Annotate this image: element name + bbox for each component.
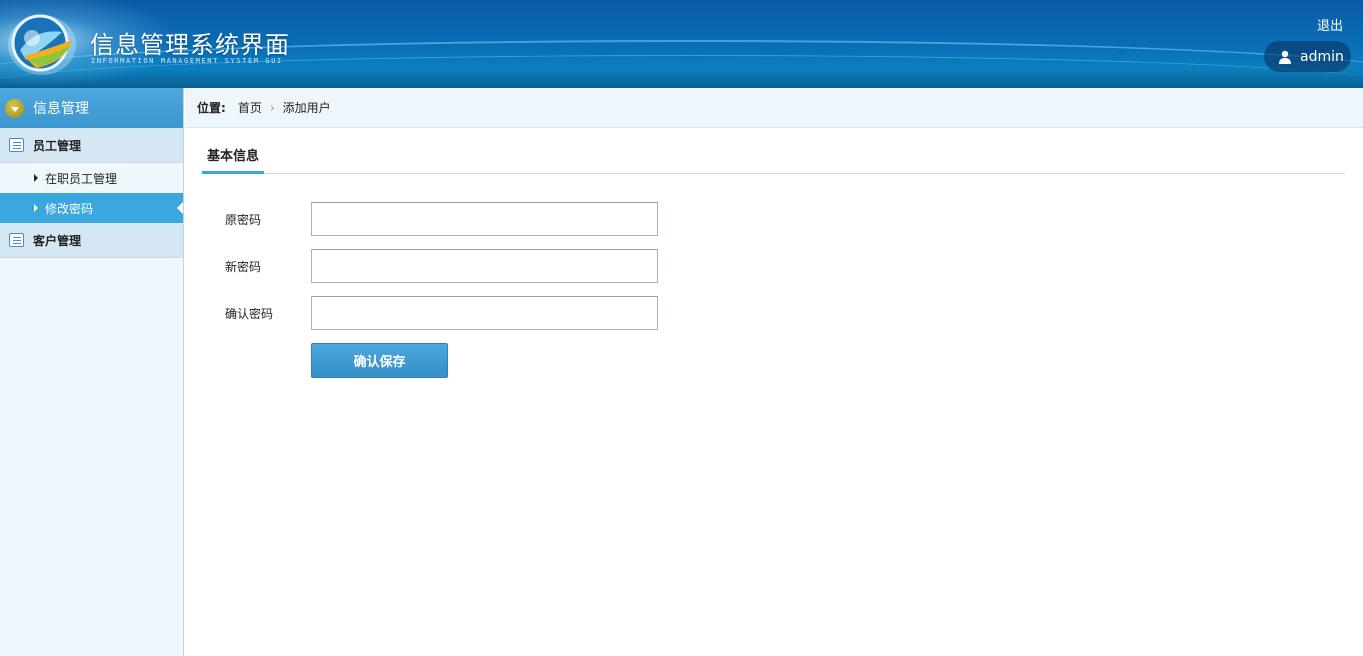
old-password-input[interactable] xyxy=(311,202,658,236)
sidebar-item-label: 修改密码 xyxy=(45,201,94,216)
sidebar-group-label: 员工管理 xyxy=(33,138,82,153)
new-password-input[interactable] xyxy=(311,249,658,283)
form-row-new-password: 新密码 xyxy=(225,249,658,283)
tab-basic-info[interactable]: 基本信息 xyxy=(202,140,264,174)
app-logo-icon xyxy=(8,14,76,75)
breadcrumb-current[interactable]: 添加用户 xyxy=(283,99,331,116)
header-banner: 信息管理系统界面 INFORMATION MANAGEMENT SYSTEM G… xyxy=(0,0,1363,88)
breadcrumb-label: 位置: xyxy=(197,101,226,115)
logout-link[interactable]: 退出 xyxy=(1317,15,1343,34)
old-password-label: 原密码 xyxy=(225,212,262,227)
sidebar-group-label: 客户管理 xyxy=(33,233,82,248)
form-row-confirm-password: 确认密码 xyxy=(225,296,658,330)
caret-right-icon xyxy=(34,174,38,182)
breadcrumb: 位置: 首页 › 添加用户 xyxy=(185,88,1363,128)
caret-right-icon xyxy=(34,204,38,212)
app-title: 信息管理系统界面 xyxy=(90,31,290,59)
sidebar-item-active-employees[interactable]: 在职员工管理 xyxy=(0,163,183,193)
list-icon xyxy=(9,138,24,152)
sidebar: 信息管理 员工管理 在职员工管理 修改密码 客户管理 xyxy=(0,88,184,656)
sidebar-group-employee[interactable]: 员工管理 xyxy=(0,128,183,163)
confirm-password-label: 确认密码 xyxy=(225,306,274,321)
tab-bar: 基本信息 xyxy=(202,140,1345,174)
sidebar-group-customer[interactable]: 客户管理 xyxy=(0,223,183,258)
confirm-password-input[interactable] xyxy=(311,296,658,330)
collapse-toggle-icon[interactable] xyxy=(5,98,24,118)
sidebar-item-label: 在职员工管理 xyxy=(45,171,118,186)
username-label: admin xyxy=(1300,48,1344,65)
sidebar-header[interactable]: 信息管理 xyxy=(0,88,183,128)
form-row-old-password: 原密码 xyxy=(225,202,658,236)
list-icon xyxy=(9,233,24,247)
new-password-label: 新密码 xyxy=(225,259,262,274)
user-menu-button[interactable]: admin xyxy=(1264,41,1351,72)
sidebar-title: 信息管理 xyxy=(33,101,89,117)
save-button[interactable]: 确认保存 xyxy=(311,343,448,378)
app-subtitle: INFORMATION MANAGEMENT SYSTEM GUI xyxy=(91,57,283,65)
user-icon xyxy=(1279,50,1291,64)
breadcrumb-separator-icon: › xyxy=(269,100,275,115)
breadcrumb-home-link[interactable]: 首页 xyxy=(238,99,262,116)
sidebar-item-change-password[interactable]: 修改密码 xyxy=(0,193,183,223)
